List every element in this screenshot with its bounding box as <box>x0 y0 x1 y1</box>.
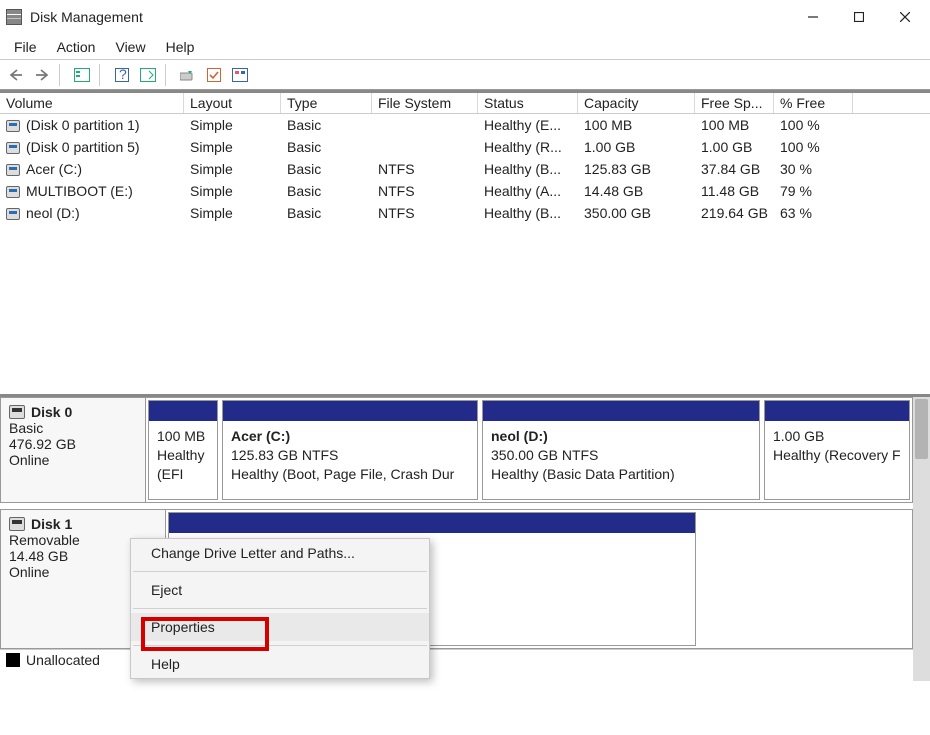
disk-info[interactable]: Disk 0 Basic 476.92 GB Online <box>1 398 146 502</box>
title-bar: Disk Management <box>0 0 930 34</box>
window-title: Disk Management <box>30 9 790 25</box>
volume-row[interactable]: neol (D:) Simple Basic NTFS Healthy (B..… <box>0 202 930 224</box>
volume-icon <box>6 186 20 198</box>
settings-button[interactable] <box>228 64 252 86</box>
partition-header <box>149 401 217 421</box>
toolbar-separator <box>59 64 65 86</box>
context-help[interactable]: Help <box>131 650 429 678</box>
col-type[interactable]: Type <box>281 93 372 113</box>
refresh-button[interactable] <box>176 64 200 86</box>
volume-list: Volume Layout Type File System Status Ca… <box>0 90 930 394</box>
toolbar-separator <box>99 64 105 86</box>
legend-unallocated: Unallocated <box>26 652 100 668</box>
col-capacity[interactable]: Capacity <box>578 93 695 113</box>
action-list-button[interactable] <box>136 64 160 86</box>
partition-header <box>169 513 695 533</box>
disk-icon <box>9 405 25 419</box>
context-separator <box>133 571 427 572</box>
toolbar-separator <box>165 64 171 86</box>
volume-row[interactable]: (Disk 0 partition 5) Simple Basic Health… <box>0 136 930 158</box>
partition[interactable]: 1.00 GBHealthy (Recovery F <box>764 400 910 500</box>
forward-button[interactable] <box>30 64 54 86</box>
disk-type: Basic <box>9 420 137 436</box>
disk-name: Disk 1 <box>31 516 72 532</box>
volume-name: (Disk 0 partition 5) <box>26 139 140 155</box>
back-button[interactable] <box>4 64 28 86</box>
volume-name: MULTIBOOT (E:) <box>26 183 133 199</box>
minimize-button[interactable] <box>790 2 836 32</box>
toolbar: ? <box>0 60 930 90</box>
disk-icon <box>9 517 25 531</box>
rescan-button[interactable] <box>202 64 226 86</box>
volume-list-header[interactable]: Volume Layout Type File System Status Ca… <box>0 93 930 114</box>
volume-name: Acer (C:) <box>26 161 82 177</box>
context-menu: Change Drive Letter and Paths... Eject P… <box>130 538 430 679</box>
partition[interactable]: neol (D:)350.00 GB NTFSHealthy (Basic Da… <box>482 400 760 500</box>
help-button[interactable]: ? <box>110 64 134 86</box>
partition[interactable]: Acer (C:)125.83 GB NTFSHealthy (Boot, Pa… <box>222 400 478 500</box>
disk-name: Disk 0 <box>31 404 72 420</box>
legend-swatch-unallocated <box>6 653 20 667</box>
disk-status: Online <box>9 452 137 468</box>
svg-text:?: ? <box>119 68 127 82</box>
volume-icon <box>6 120 20 132</box>
volume-icon <box>6 142 20 154</box>
volume-list-body[interactable]: (Disk 0 partition 1) Simple Basic Health… <box>0 114 930 394</box>
col-status[interactable]: Status <box>478 93 578 113</box>
col-layout[interactable]: Layout <box>184 93 281 113</box>
volume-icon <box>6 164 20 176</box>
volume-row[interactable]: (Disk 0 partition 1) Simple Basic Health… <box>0 114 930 136</box>
partition-header <box>483 401 759 421</box>
context-properties[interactable]: Properties <box>131 613 429 641</box>
partition[interactable]: 100 MBHealthy (EFI <box>148 400 218 500</box>
menu-help[interactable]: Help <box>156 37 205 57</box>
volume-icon <box>6 208 20 220</box>
show-hide-tree-button[interactable] <box>70 64 94 86</box>
col-percentfree[interactable]: % Free <box>774 93 853 113</box>
col-spacer <box>853 93 930 113</box>
vertical-scrollbar[interactable] <box>913 397 930 681</box>
scrollbar-thumb[interactable] <box>915 399 928 459</box>
volume-name: (Disk 0 partition 1) <box>26 117 140 133</box>
volume-name: neol (D:) <box>26 205 80 221</box>
col-freespace[interactable]: Free Sp... <box>695 93 774 113</box>
context-separator <box>133 645 427 646</box>
volume-row[interactable]: Acer (C:) Simple Basic NTFS Healthy (B..… <box>0 158 930 180</box>
disk-size: 476.92 GB <box>9 436 137 452</box>
disk-partitions: 100 MBHealthy (EFI Acer (C:)125.83 GB NT… <box>146 398 912 502</box>
menu-bar: File Action View Help <box>0 34 930 60</box>
col-volume[interactable]: Volume <box>0 93 184 113</box>
maximize-button[interactable] <box>836 2 882 32</box>
volume-row[interactable]: MULTIBOOT (E:) Simple Basic NTFS Healthy… <box>0 180 930 202</box>
disk-row[interactable]: Disk 0 Basic 476.92 GB Online 100 MBHeal… <box>0 397 913 503</box>
context-eject[interactable]: Eject <box>131 576 429 604</box>
context-change-drive-letter[interactable]: Change Drive Letter and Paths... <box>131 539 429 567</box>
partition-header <box>765 401 909 421</box>
context-separator <box>133 608 427 609</box>
menu-file[interactable]: File <box>4 37 47 57</box>
close-button[interactable] <box>882 2 928 32</box>
menu-view[interactable]: View <box>105 37 155 57</box>
app-icon <box>6 9 22 25</box>
menu-action[interactable]: Action <box>47 37 106 57</box>
partition-header <box>223 401 477 421</box>
col-filesystem[interactable]: File System <box>372 93 478 113</box>
